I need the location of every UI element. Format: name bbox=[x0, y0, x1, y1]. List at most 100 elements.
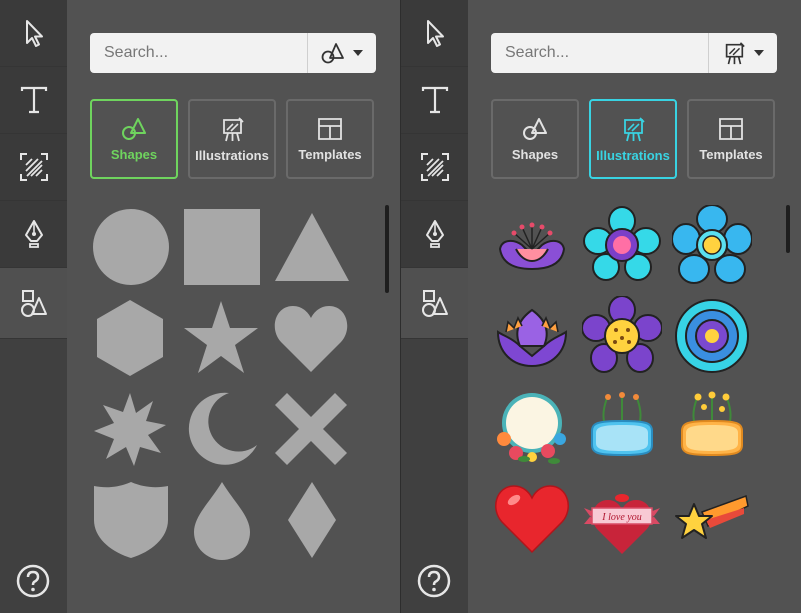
circle-shape-icon bbox=[93, 209, 169, 285]
tab-label: Illustrations bbox=[596, 147, 670, 163]
pen-tool[interactable] bbox=[401, 201, 468, 268]
help-icon[interactable] bbox=[16, 564, 50, 598]
droplet-shape-icon bbox=[194, 482, 250, 560]
illustration-floral-yellow-frame[interactable] bbox=[672, 387, 752, 467]
pen-nib-icon bbox=[425, 220, 444, 248]
shape-triangle[interactable] bbox=[272, 207, 352, 287]
tool-rail bbox=[401, 0, 468, 613]
scrollbar-thumb[interactable] bbox=[786, 205, 790, 253]
pattern-tool[interactable] bbox=[0, 134, 67, 201]
illustration-cyan-layered-flower[interactable] bbox=[672, 296, 752, 376]
i-love-you-heart-banner-icon: I love you bbox=[584, 494, 660, 554]
shape-starburst[interactable] bbox=[90, 389, 170, 469]
starburst-shape-icon bbox=[94, 393, 166, 466]
illustration-floral-blue-frame[interactable] bbox=[582, 387, 662, 467]
shapes-icon bbox=[421, 290, 448, 317]
square-shape-icon bbox=[184, 209, 260, 285]
shapes-icon bbox=[523, 117, 547, 140]
illustration-blue-flower[interactable] bbox=[672, 205, 752, 285]
illustration-cyan-flower[interactable] bbox=[582, 205, 662, 285]
help-icon[interactable] bbox=[417, 564, 451, 598]
shapes-tool[interactable] bbox=[401, 268, 468, 339]
floral-blue-frame-icon bbox=[591, 392, 653, 457]
hexagon-shape-icon bbox=[97, 300, 163, 376]
shape-square[interactable] bbox=[182, 207, 262, 287]
illustration-red-heart[interactable] bbox=[492, 478, 572, 558]
search-input[interactable] bbox=[491, 33, 729, 73]
heart-shape-icon bbox=[274, 306, 348, 372]
easel-icon bbox=[223, 116, 244, 141]
hatch-frame-icon bbox=[19, 153, 48, 181]
tab-templates[interactable]: Templates bbox=[687, 99, 775, 179]
pen-nib-icon bbox=[24, 220, 43, 248]
illustration-purple-lotus[interactable] bbox=[492, 296, 572, 376]
illustration-purple-daisy[interactable] bbox=[582, 296, 662, 376]
search-input[interactable] bbox=[90, 33, 328, 73]
search-bar bbox=[90, 33, 376, 73]
tab-shapes[interactable]: Shapes bbox=[90, 99, 178, 179]
illustrations-content: Shapes Illustrations Templates bbox=[468, 0, 801, 613]
pattern-tool[interactable] bbox=[401, 134, 468, 201]
shape-shield[interactable] bbox=[91, 480, 171, 560]
cyan-flower-icon bbox=[583, 206, 661, 281]
category-tabs: Shapes Illustrations Templates bbox=[491, 99, 777, 181]
scrollbar-thumb[interactable] bbox=[385, 205, 389, 293]
purple-daisy-icon bbox=[582, 296, 662, 373]
blue-flower-icon bbox=[672, 205, 752, 284]
illustration-shooting-star[interactable] bbox=[672, 478, 752, 558]
floral-round-frame-icon bbox=[497, 393, 566, 464]
tab-label: Shapes bbox=[511, 146, 559, 162]
shapes-content: Shapes Illustrations Templates bbox=[67, 0, 400, 613]
chevron-down-icon bbox=[754, 50, 764, 56]
shapes-icon bbox=[20, 290, 47, 317]
shapes-icon bbox=[321, 43, 344, 64]
illustration-purple-lotus-flower[interactable] bbox=[492, 205, 572, 285]
search-bar bbox=[491, 33, 777, 73]
pointer-icon bbox=[426, 20, 444, 47]
triangle-shape-icon bbox=[275, 213, 349, 281]
tab-label: Illustrations bbox=[195, 147, 269, 163]
pen-tool[interactable] bbox=[0, 201, 67, 268]
chevron-down-icon bbox=[353, 50, 363, 56]
left-panel: Shapes Illustrations Templates bbox=[0, 0, 400, 613]
tab-templates[interactable]: Templates bbox=[286, 99, 374, 179]
text-tool[interactable] bbox=[0, 67, 67, 134]
template-layout-icon bbox=[719, 117, 743, 140]
select-tool[interactable] bbox=[401, 0, 468, 67]
shape-droplet[interactable] bbox=[182, 480, 262, 560]
shapes-tool[interactable] bbox=[0, 268, 67, 339]
text-icon bbox=[421, 86, 448, 114]
shape-star[interactable] bbox=[181, 298, 261, 378]
illustration-floral-round-frame[interactable] bbox=[492, 387, 572, 467]
shape-hexagon[interactable] bbox=[90, 298, 170, 378]
diamond-shape-icon bbox=[288, 482, 336, 558]
purple-lotus-icon bbox=[496, 308, 568, 368]
illustration-i-love-you-heart[interactable]: I love you bbox=[582, 478, 662, 558]
easel-icon bbox=[624, 116, 645, 141]
tab-label: Shapes bbox=[110, 146, 158, 162]
shape-heart[interactable] bbox=[271, 298, 351, 378]
crescent-moon-shape-icon bbox=[188, 392, 257, 465]
template-layout-icon bbox=[318, 117, 342, 140]
shield-shape-icon bbox=[94, 482, 168, 558]
text-tool[interactable] bbox=[401, 67, 468, 134]
tab-label: Templates bbox=[298, 146, 362, 162]
text-icon bbox=[20, 86, 47, 114]
red-heart-icon bbox=[495, 485, 569, 554]
shape-crescent[interactable] bbox=[181, 389, 261, 469]
x-cross-shape-icon bbox=[275, 393, 347, 465]
select-tool[interactable] bbox=[0, 0, 67, 67]
tab-label: Templates bbox=[699, 146, 763, 162]
floral-yellow-frame-icon bbox=[681, 391, 743, 457]
tab-illustrations[interactable]: Illustrations bbox=[589, 99, 677, 179]
pointer-icon bbox=[25, 20, 43, 47]
shape-x-cross[interactable] bbox=[271, 389, 351, 469]
category-dropdown[interactable] bbox=[708, 33, 777, 73]
tool-rail bbox=[0, 0, 67, 613]
shape-diamond[interactable] bbox=[272, 480, 352, 560]
shape-circle[interactable] bbox=[91, 207, 171, 287]
heart-banner-text: I love you bbox=[601, 512, 641, 523]
tab-shapes[interactable]: Shapes bbox=[491, 99, 579, 179]
tab-illustrations[interactable]: Illustrations bbox=[188, 99, 276, 179]
category-dropdown[interactable] bbox=[307, 33, 376, 73]
